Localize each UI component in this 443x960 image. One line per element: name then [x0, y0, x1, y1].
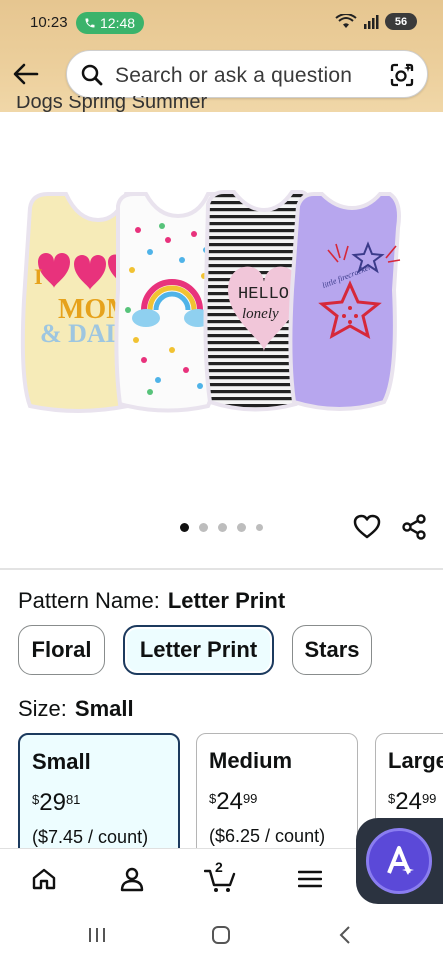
product-image[interactable]: I MOM & DAD HELLO lonely little firecrac… — [18, 180, 428, 430]
size-price: $29 81 — [32, 789, 81, 816]
system-icons: 56 — [335, 13, 417, 30]
assistant-fab-container — [356, 818, 443, 904]
pattern-option-floral[interactable]: Floral — [18, 625, 105, 675]
phone-icon — [85, 18, 95, 28]
size-name: Medium — [209, 748, 293, 773]
cart-count: 2 — [215, 859, 223, 875]
ongoing-call-pill[interactable]: 12:48 — [76, 12, 144, 34]
home-system-button[interactable] — [208, 922, 234, 948]
size-unit-price: ($6.25 / count) — [209, 826, 326, 846]
call-duration: 12:48 — [100, 15, 136, 31]
pattern-option-letter-print[interactable]: Letter Print — [123, 625, 274, 675]
back-arrow-icon — [13, 63, 39, 85]
size-unit-price: ($7.45 / count) — [32, 827, 149, 847]
shirt-purple: little firecracker — [288, 192, 401, 411]
top-header: 10:23 12:48 56 Search or ask a question … — [0, 0, 443, 112]
carousel-dots — [180, 523, 263, 532]
pattern-label: Pattern Name: — [18, 588, 160, 613]
assistant-icon — [387, 846, 414, 875]
wishlist-button[interactable] — [353, 513, 381, 541]
carousel-dot[interactable] — [199, 523, 208, 532]
wifi-icon — [335, 13, 357, 28]
dog-shirts-image: I MOM & DAD HELLO lonely little firecrac… — [20, 190, 401, 413]
nav-home[interactable] — [28, 863, 60, 895]
pattern-option-stars[interactable]: Stars — [292, 625, 372, 675]
size-price: $24 99 — [209, 788, 258, 815]
camera-lens-icon[interactable] — [389, 62, 415, 88]
back-button[interactable] — [10, 58, 42, 90]
section-divider — [0, 568, 443, 570]
carousel-dot[interactable] — [256, 524, 263, 531]
system-navigation-bar — [0, 910, 443, 960]
recent-apps-icon — [89, 928, 105, 942]
carousel-dot[interactable] — [180, 523, 189, 532]
svg-text:I: I — [34, 264, 43, 289]
home-square-icon — [212, 926, 230, 944]
status-bar: 10:23 12:48 56 — [0, 0, 443, 46]
size-label-row: Size: Small — [18, 696, 134, 722]
lonely-text: lonely — [242, 306, 279, 322]
search-input[interactable]: Search or ask a question — [115, 64, 352, 88]
nav-cart[interactable]: 2 — [204, 859, 236, 895]
signal-icon — [364, 15, 379, 29]
share-icon — [402, 514, 426, 540]
battery-icon: 56 — [385, 13, 417, 30]
recent-apps-button[interactable] — [84, 922, 110, 948]
search-icon — [81, 64, 103, 86]
status-time: 10:23 — [30, 14, 68, 31]
share-button[interactable] — [400, 513, 428, 541]
nav-menu[interactable] — [294, 863, 326, 895]
back-system-button[interactable] — [332, 922, 358, 948]
carousel-dot[interactable] — [237, 523, 246, 532]
chevron-left-icon — [339, 926, 350, 944]
hello-text: HELLO — [238, 285, 289, 304]
size-label: Size: — [18, 696, 67, 721]
size-price: $24 99 — [388, 788, 437, 815]
dad-text: & DAD — [40, 319, 125, 348]
product-title-cut: Dogs Spring Summer — [16, 96, 208, 113]
home-icon — [32, 868, 56, 890]
menu-icon — [298, 870, 322, 888]
nav-profile[interactable] — [116, 863, 148, 895]
size-name: Large — [388, 748, 443, 773]
size-name: Small — [32, 749, 91, 774]
pattern-selected-value: Letter Print — [167, 588, 286, 613]
carousel-dot[interactable] — [218, 523, 227, 532]
assistant-button[interactable] — [366, 828, 432, 894]
heart-icon — [353, 514, 381, 539]
size-selected-value: Small — [74, 696, 134, 721]
profile-icon — [120, 867, 144, 892]
pattern-label-row: Pattern Name: Letter Print — [18, 588, 285, 614]
search-bar[interactable]: Search or ask a question — [66, 50, 428, 98]
